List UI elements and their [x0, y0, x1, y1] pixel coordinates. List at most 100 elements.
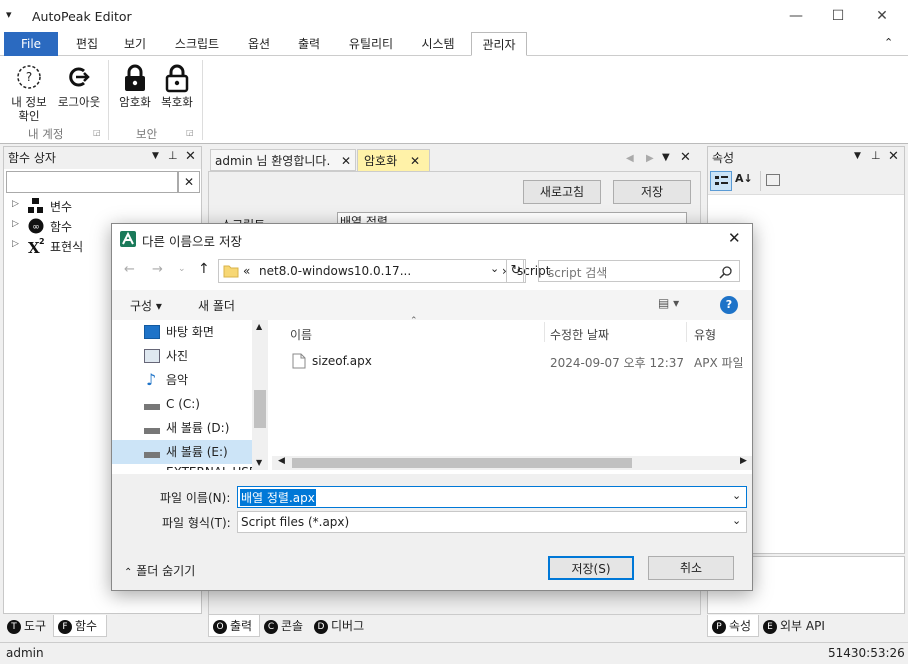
- tab-output-panel[interactable]: O 출력: [208, 615, 260, 637]
- console-badge-icon: C: [264, 619, 278, 634]
- filename-input[interactable]: 배열 정렬.apx ⌄: [237, 486, 747, 508]
- panel-close-icon[interactable]: ✕: [888, 149, 899, 164]
- refresh-button[interactable]: 새로고침: [523, 180, 601, 204]
- scroll-right-icon[interactable]: ▶: [740, 456, 747, 466]
- nav-item-drive-d[interactable]: 새 볼륨 (D:): [112, 416, 252, 440]
- tab-view[interactable]: 보기: [116, 32, 154, 56]
- decrypt-button[interactable]: 복호화: [156, 62, 198, 112]
- nav-item-pictures[interactable]: 사진: [112, 344, 252, 368]
- tab-tools[interactable]: T 도구: [3, 615, 53, 637]
- nav-item-music[interactable]: ♪ 음악: [112, 368, 252, 392]
- panel-dropdown-icon[interactable]: ▼: [854, 151, 861, 161]
- dialog-save-button[interactable]: 저장(S): [548, 556, 634, 580]
- filename-dropdown-icon[interactable]: ⌄: [732, 489, 741, 502]
- tab-script[interactable]: 스크립트: [164, 32, 230, 56]
- nav-scrollbar[interactable]: ▲ ▼: [252, 320, 268, 470]
- expand-arrow-icon[interactable]: ▷: [12, 199, 19, 209]
- pin-icon[interactable]: ⊥: [871, 149, 881, 162]
- scroll-down-icon[interactable]: ▼: [256, 458, 262, 467]
- panel-close-icon[interactable]: ✕: [185, 149, 196, 164]
- hide-folders-toggle[interactable]: ⌃ 폴더 숨기기: [124, 562, 195, 579]
- maximize-button[interactable]: ☐: [818, 4, 858, 28]
- address-bar[interactable]: « net8.0-windows10.0.17... › script: [218, 259, 550, 283]
- help-icon[interactable]: ?: [720, 296, 738, 314]
- question-badge-icon: ?: [17, 65, 41, 89]
- group-launcher-icon[interactable]: ◲: [93, 128, 101, 137]
- doc-list-dropdown-icon[interactable]: ▼: [662, 152, 670, 163]
- filetype-select[interactable]: Script files (*.apx) ⌄: [237, 511, 747, 533]
- column-name[interactable]: 이름: [290, 326, 312, 343]
- minimize-button[interactable]: —: [776, 4, 816, 28]
- doc-tab-close-icon[interactable]: ✕: [410, 150, 420, 172]
- save-as-dialog: 다른 이름으로 저장 ✕ ← → ⌄ ↑ « net8.0-windows10.…: [111, 223, 753, 591]
- tab-properties[interactable]: P 속성: [707, 615, 759, 637]
- path-prefix[interactable]: «: [243, 264, 250, 278]
- close-button[interactable]: ✕: [862, 4, 902, 28]
- tab-edit[interactable]: 편집: [68, 32, 106, 56]
- tree-item-variables[interactable]: ▷ 변수: [10, 197, 190, 217]
- dialog-cancel-button[interactable]: 취소: [648, 556, 734, 580]
- file-list-hscrollbar[interactable]: ◀ ▶: [272, 456, 752, 470]
- doc-tab-welcome[interactable]: admin 님 환영합니다. ✕: [210, 149, 356, 171]
- nav-item-desktop[interactable]: 바탕 화면: [112, 320, 252, 344]
- scroll-left-icon[interactable]: ◀: [626, 153, 634, 164]
- hscroll-thumb[interactable]: [292, 458, 632, 468]
- property-pages-icon[interactable]: [766, 174, 780, 186]
- tab-utility[interactable]: 유틸리티: [338, 32, 404, 56]
- address-dropdown-icon[interactable]: ⌄: [490, 262, 499, 275]
- encrypt-button[interactable]: 암호화: [114, 62, 156, 112]
- tab-file[interactable]: File: [4, 32, 58, 56]
- group-separator: [108, 60, 109, 140]
- expand-arrow-icon[interactable]: ▷: [12, 219, 19, 229]
- nav-item-external-usb[interactable]: EXTERNAL USB: [112, 464, 257, 470]
- filename-value: 배열 정렬.apx: [240, 489, 316, 506]
- tab-admin[interactable]: 관리자: [471, 32, 527, 56]
- tab-external-api[interactable]: E 외부 API: [759, 615, 839, 637]
- categorized-view-icon[interactable]: [710, 171, 732, 191]
- nav-item-drive-c[interactable]: C (C:): [112, 392, 252, 416]
- search-clear-button[interactable]: ✕: [178, 171, 200, 193]
- forward-arrow-icon[interactable]: →: [152, 262, 163, 277]
- scroll-right-icon[interactable]: ▶: [646, 153, 654, 164]
- scroll-up-icon[interactable]: ▲: [256, 322, 262, 331]
- back-arrow-icon[interactable]: ←: [124, 262, 135, 277]
- external-api-badge-icon: E: [763, 619, 777, 634]
- system-menu-icon[interactable]: ▾: [6, 8, 12, 21]
- tab-debug[interactable]: D 디버그: [310, 615, 374, 637]
- tab-system[interactable]: 시스템: [410, 32, 466, 56]
- group-launcher-icon[interactable]: ◲: [186, 128, 194, 137]
- column-modified[interactable]: 수정한 날짜: [550, 326, 609, 343]
- pin-icon[interactable]: ⊥: [168, 149, 178, 162]
- dialog-close-button[interactable]: ✕: [728, 229, 741, 247]
- up-arrow-icon[interactable]: ↑: [198, 261, 210, 277]
- my-info-button[interactable]: ? 내 정보 확인: [4, 62, 54, 126]
- doc-close-icon[interactable]: ✕: [680, 150, 691, 165]
- center-bottom-tabs: O 출력 C 콘솔 D 디버그: [206, 615, 703, 639]
- alphabetical-sort-icon[interactable]: A↓: [735, 172, 753, 185]
- doc-tab-close-icon[interactable]: ✕: [341, 150, 351, 172]
- tab-label: 함수: [75, 619, 98, 633]
- tab-console[interactable]: C 콘솔: [260, 615, 310, 637]
- tab-functions[interactable]: F 함수: [53, 615, 107, 637]
- search-box[interactable]: script 검색: [538, 260, 740, 282]
- scroll-left-icon[interactable]: ◀: [278, 456, 285, 466]
- panel-dropdown-icon[interactable]: ▼: [152, 151, 159, 161]
- path-segment-parent[interactable]: net8.0-windows10.0.17...: [259, 264, 411, 278]
- doc-save-button[interactable]: 저장: [613, 180, 691, 204]
- ribbon-collapse-icon[interactable]: ⌃: [884, 36, 893, 49]
- recent-locations-icon[interactable]: ⌄: [178, 264, 186, 274]
- doc-tab-encrypt[interactable]: 암호화 ✕: [357, 149, 430, 171]
- nav-scroll-thumb[interactable]: [254, 390, 266, 428]
- tab-options[interactable]: 옵션: [238, 32, 280, 56]
- function-search-input[interactable]: [6, 171, 178, 193]
- tab-output[interactable]: 출력: [288, 32, 330, 56]
- filetype-dropdown-icon[interactable]: ⌄: [732, 514, 741, 527]
- refresh-icon[interactable]: ↻: [506, 259, 526, 283]
- file-row[interactable]: sizeof.apx 2024-09-07 오후 12:37 APX 파일: [286, 350, 752, 372]
- expand-arrow-icon[interactable]: ▷: [12, 239, 19, 249]
- column-type[interactable]: 유형: [694, 326, 716, 343]
- new-folder-button[interactable]: 새 폴더: [198, 297, 235, 314]
- organize-button[interactable]: 구성 ▾: [130, 297, 162, 314]
- view-options-icon[interactable]: ▤ ▾: [658, 296, 679, 310]
- logout-button[interactable]: 로그아웃: [54, 62, 104, 112]
